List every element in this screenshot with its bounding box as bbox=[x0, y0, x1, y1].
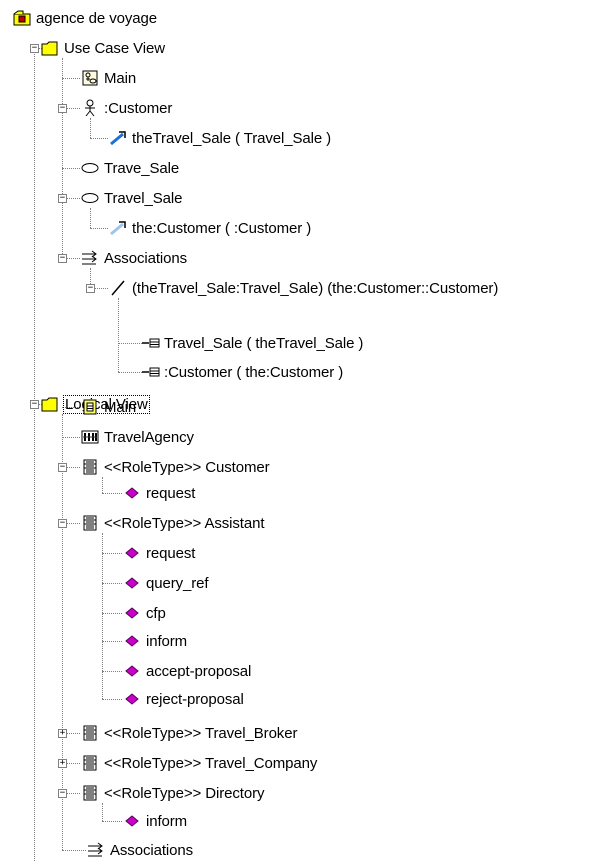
collapse-toggle[interactable]: − bbox=[58, 463, 67, 472]
operation-icon bbox=[122, 483, 142, 503]
role-icon bbox=[142, 362, 160, 382]
tree-node-associations[interactable]: Associations bbox=[80, 248, 187, 268]
expand-toggle[interactable]: + bbox=[58, 759, 67, 768]
tree-node-label: Associations bbox=[104, 249, 188, 267]
collapse-toggle[interactable]: − bbox=[58, 194, 67, 203]
tree-node-label: agence de voyage bbox=[36, 9, 158, 27]
browser-tree: agence de voyage − Use Case View Main − … bbox=[0, 0, 614, 861]
tree-node-travel-agency[interactable]: TravelAgency bbox=[80, 427, 194, 447]
class-icon bbox=[80, 783, 100, 803]
tree-node-roletype-assistant[interactable]: <<RoleType>> Assistant bbox=[80, 513, 265, 533]
tree-node-roletype-travel-broker[interactable]: <<RoleType>> Travel_Broker bbox=[80, 723, 297, 743]
tree-node-roletype-directory[interactable]: <<RoleType>> Directory bbox=[80, 783, 264, 803]
tree-node-label: <<RoleType>> Customer bbox=[104, 458, 270, 476]
collapse-toggle[interactable]: − bbox=[58, 789, 67, 798]
tree-node-label: request bbox=[146, 544, 196, 562]
tree-node-operation[interactable]: request bbox=[122, 543, 195, 563]
tree-node-label: the:Customer ( :Customer ) bbox=[132, 219, 312, 237]
collapse-toggle[interactable]: − bbox=[58, 104, 67, 113]
operation-icon bbox=[122, 573, 142, 593]
tree-node-label: Associations bbox=[110, 841, 194, 859]
tree-node-label: Travel_Sale bbox=[104, 189, 183, 207]
collapse-toggle[interactable]: − bbox=[86, 284, 95, 293]
component-icon bbox=[80, 427, 100, 447]
package-icon bbox=[12, 8, 32, 28]
tree-node-operation[interactable]: inform bbox=[122, 811, 187, 831]
tree-node-label: Use Case View bbox=[64, 39, 165, 57]
tree-node-operation[interactable]: request bbox=[122, 483, 195, 503]
tree-node-logical-main[interactable]: Main bbox=[80, 397, 136, 417]
collapse-toggle[interactable]: − bbox=[58, 254, 67, 263]
tree-node-roletype-travel-company[interactable]: <<RoleType>> Travel_Company bbox=[80, 753, 317, 773]
tree-node-label: Trave_Sale bbox=[104, 159, 180, 177]
tree-node-label: theTravel_Sale ( Travel_Sale ) bbox=[132, 129, 332, 147]
operation-icon bbox=[122, 603, 142, 623]
association-icon bbox=[108, 278, 128, 298]
tree-node-label: :Customer ( the:Customer ) bbox=[164, 363, 344, 381]
collapse-toggle[interactable]: − bbox=[58, 519, 67, 528]
collapse-toggle[interactable]: − bbox=[30, 44, 39, 53]
tree-node-use-case-view[interactable]: Use Case View bbox=[40, 38, 165, 58]
tree-node-label: <<RoleType>> Directory bbox=[104, 784, 265, 802]
tree-node-use-case-trave-sale[interactable]: Trave_Sale bbox=[80, 158, 179, 178]
tree-node-label: cfp bbox=[146, 604, 166, 622]
operation-icon bbox=[122, 631, 142, 651]
tree-node-label: Main bbox=[104, 398, 137, 416]
operation-icon bbox=[122, 811, 142, 831]
operation-icon bbox=[122, 543, 142, 563]
tree-node-label: reject-proposal bbox=[146, 690, 244, 708]
collapse-toggle[interactable]: − bbox=[30, 400, 39, 409]
operation-icon bbox=[122, 661, 142, 681]
tree-node-use-case-main[interactable]: Main bbox=[80, 68, 136, 88]
tree-node-label: accept-proposal bbox=[146, 662, 252, 680]
tree-node-role[interactable]: :Customer ( the:Customer ) bbox=[142, 362, 343, 382]
tree-node-operation[interactable]: inform bbox=[122, 631, 187, 651]
use-case-icon bbox=[80, 158, 100, 178]
folder-icon bbox=[40, 394, 60, 414]
tree-node-label: request bbox=[146, 484, 196, 502]
tree-node-label: Travel_Sale ( theTravel_Sale ) bbox=[164, 334, 364, 352]
tree-node-roletype-customer[interactable]: <<RoleType>> Customer bbox=[80, 457, 270, 477]
associations-icon bbox=[86, 840, 106, 860]
tree-node-use-case-travel-sale[interactable]: Travel_Sale bbox=[80, 188, 182, 208]
use-case-diagram-icon bbox=[80, 68, 100, 88]
role-icon bbox=[142, 333, 160, 353]
tree-node-label: Main bbox=[104, 69, 137, 87]
actor-icon bbox=[80, 98, 100, 118]
tree-node-role[interactable]: Travel_Sale ( theTravel_Sale ) bbox=[142, 333, 363, 353]
folder-icon bbox=[40, 38, 60, 58]
tree-node-operation[interactable]: cfp bbox=[122, 603, 166, 623]
tree-node-logical-associations[interactable]: Associations bbox=[86, 840, 193, 860]
tree-node-label: <<RoleType>> Travel_Broker bbox=[104, 724, 298, 742]
tree-node-label: TravelAgency bbox=[104, 428, 194, 446]
tree-node-label: inform bbox=[146, 812, 188, 830]
class-icon bbox=[80, 457, 100, 477]
role-link-icon bbox=[108, 128, 128, 148]
tree-node-label: <<RoleType>> Travel_Company bbox=[104, 754, 318, 772]
tree-node-label: :Customer bbox=[104, 99, 173, 117]
tree-node-actor-customer[interactable]: :Customer bbox=[80, 98, 172, 118]
class-icon bbox=[80, 753, 100, 773]
tree-node-label: <<RoleType>> Assistant bbox=[104, 514, 265, 532]
tree-node-association[interactable]: (theTravel_Sale:Travel_Sale) (the:Custom… bbox=[108, 278, 498, 298]
class-icon bbox=[80, 723, 100, 743]
use-case-icon bbox=[80, 188, 100, 208]
tree-node-operation[interactable]: query_ref bbox=[122, 573, 209, 593]
tree-node-role-link[interactable]: the:Customer ( :Customer ) bbox=[108, 218, 311, 238]
associations-icon bbox=[80, 248, 100, 268]
class-icon bbox=[80, 513, 100, 533]
tree-node-operation[interactable]: reject-proposal bbox=[122, 689, 244, 709]
tree-node-operation[interactable]: accept-proposal bbox=[122, 661, 251, 681]
expand-toggle[interactable]: + bbox=[58, 729, 67, 738]
operation-icon bbox=[122, 689, 142, 709]
class-diagram-icon bbox=[80, 397, 100, 417]
tree-node-label: inform bbox=[146, 632, 188, 650]
tree-node-label: query_ref bbox=[146, 574, 209, 592]
tree-node-label: (theTravel_Sale:Travel_Sale) (the:Custom… bbox=[132, 279, 499, 297]
role-link-icon bbox=[108, 218, 128, 238]
tree-node-role-link[interactable]: theTravel_Sale ( Travel_Sale ) bbox=[108, 128, 331, 148]
tree-node-root[interactable]: agence de voyage bbox=[12, 8, 157, 28]
